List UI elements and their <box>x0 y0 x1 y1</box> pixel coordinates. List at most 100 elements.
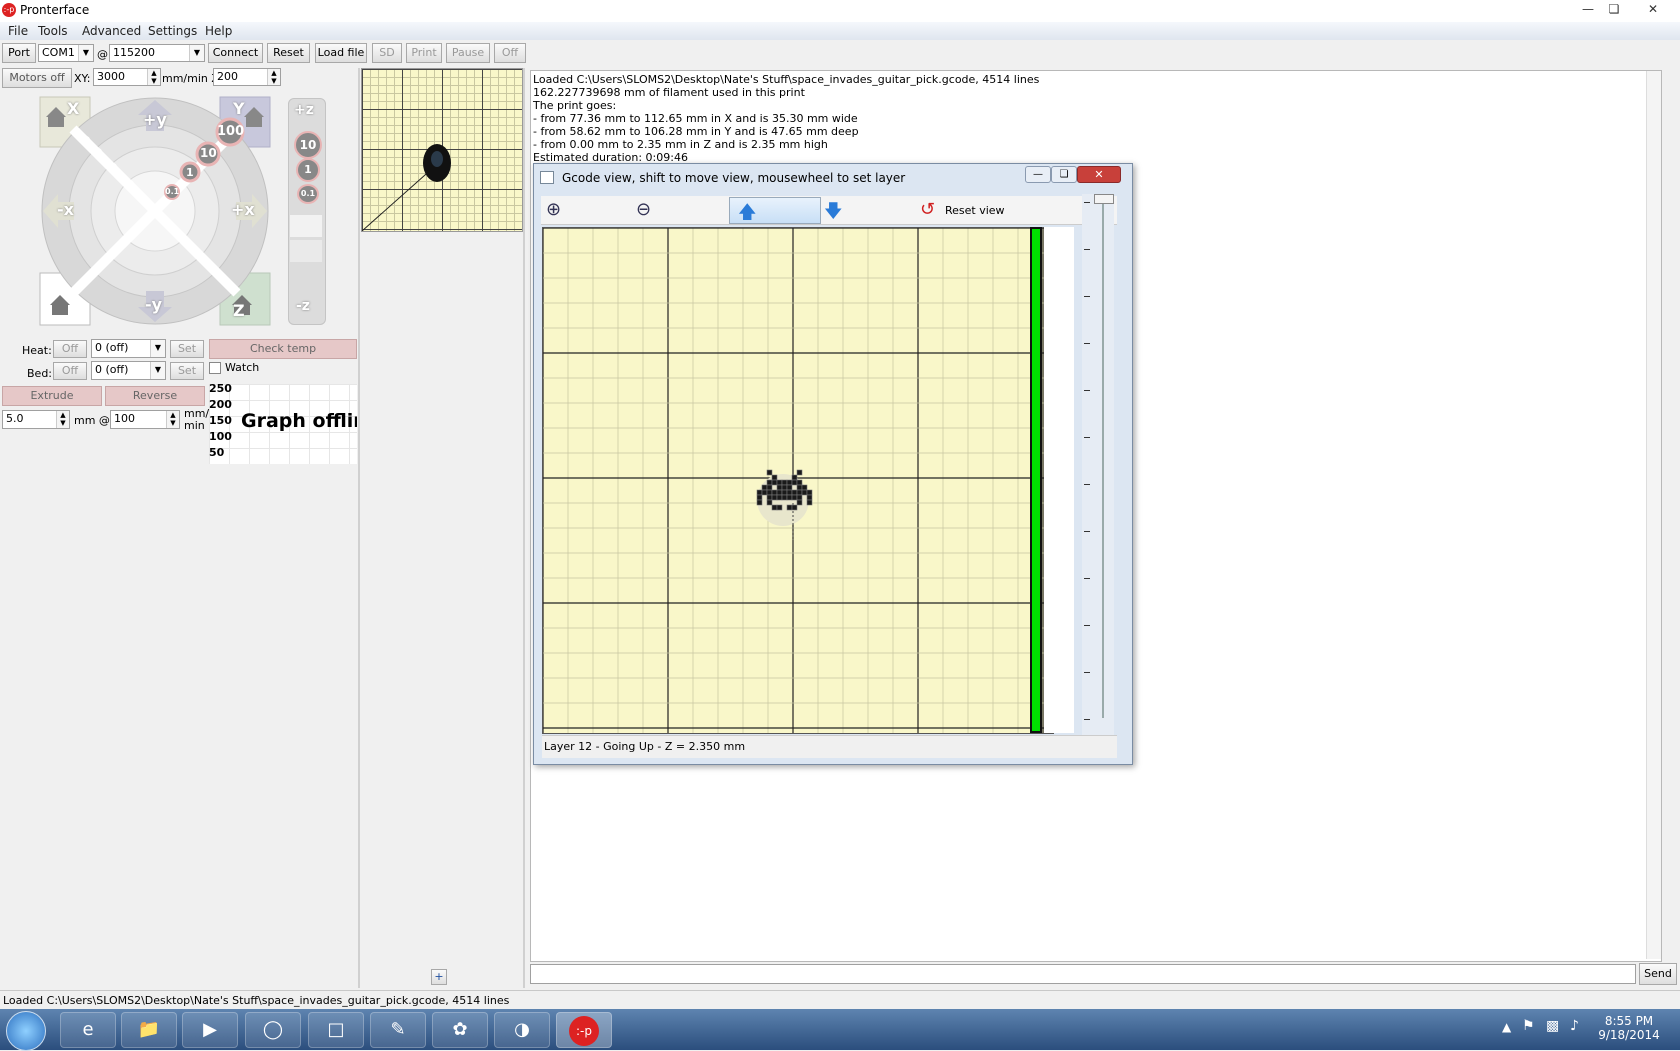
slider-tick <box>1084 343 1090 344</box>
home-y-button[interactable]: Y <box>233 99 245 118</box>
log-scrollbar[interactable] <box>1646 71 1661 959</box>
file-explorer-icon[interactable]: 📁 <box>121 1012 177 1048</box>
step-10-label[interactable]: 10 <box>200 146 217 160</box>
menu-bar: File Tools Advanced Settings Help <box>0 22 1680 40</box>
panel-splitter[interactable] <box>358 68 360 988</box>
graph-tick: 150 <box>209 414 232 427</box>
zoom-in-icon[interactable]: ⊕ <box>546 199 574 221</box>
mm-at-label: mm @ <box>74 414 110 427</box>
reverse-button[interactable]: Reverse <box>105 386 205 406</box>
status-text: Loaded C:\Users\SLOMS2\Desktop\Nate's St… <box>3 994 510 1007</box>
pronterface-taskbar-icon[interactable]: :-p <box>556 1012 612 1048</box>
home-z-button[interactable]: Z <box>233 301 245 320</box>
motors-off-button[interactable]: Motors off <box>2 68 72 88</box>
heat-select[interactable]: 0 (off) ▼ <box>91 339 166 358</box>
off-button[interactable]: Off <box>494 43 526 63</box>
slider-thumb[interactable] <box>1094 194 1114 204</box>
port-button[interactable]: Port <box>2 43 36 63</box>
close-button[interactable]: ✕ <box>1640 1 1666 17</box>
sticky-notes-icon[interactable]: □ <box>308 1012 364 1048</box>
heat-set-button[interactable]: Set <box>170 340 204 358</box>
home-x-button[interactable]: X <box>67 99 79 118</box>
zoom-out-icon[interactable]: ⊖ <box>636 199 664 221</box>
menu-advanced[interactable]: Advanced <box>82 24 141 38</box>
print-button[interactable]: Print <box>406 43 442 63</box>
notepad-icon[interactable]: ✎ <box>370 1012 426 1048</box>
step-1-label[interactable]: 1 <box>186 166 194 179</box>
jog-plus-x-button[interactable]: +x <box>231 200 255 219</box>
load-file-button[interactable]: Load file <box>315 43 367 63</box>
graph-tick: 200 <box>209 398 232 411</box>
action-center-icon[interactable]: ⚑ <box>1522 1018 1535 1034</box>
command-input[interactable] <box>530 964 1636 984</box>
show-hidden-icons-icon[interactable]: ▲ <box>1502 1020 1511 1034</box>
gcode-view-dialog: Gcode view, shift to move view, mousewhe… <box>533 163 1133 765</box>
dialog-minimize-button[interactable]: — <box>1025 166 1051 183</box>
bed-select[interactable]: 0 (off) ▼ <box>91 361 166 380</box>
menu-settings[interactable]: Settings <box>148 24 197 38</box>
z-feedrate-input[interactable]: 200 ▲ ▼ <box>213 68 281 86</box>
gcode-canvas[interactable] <box>542 227 1054 734</box>
temperature-graph: 250 200 150 100 50 0 Graph offline <box>209 384 357 464</box>
extrude-length-input[interactable]: 5.0 ▲ ▼ <box>2 410 70 429</box>
mini-gcode-preview[interactable] <box>361 68 523 232</box>
menu-tools[interactable]: Tools <box>38 24 68 38</box>
port-value: COM1 <box>42 46 75 59</box>
volume-icon[interactable]: ♪ <box>1570 1018 1579 1034</box>
jog-minus-y-button[interactable]: -y <box>145 295 162 314</box>
z-step-0-1-button[interactable]: 0.1 <box>297 184 319 204</box>
bed-off-button[interactable]: Off <box>53 362 87 380</box>
heat-off-button[interactable]: Off <box>53 340 87 358</box>
layer-up-button[interactable]: 🡅 <box>729 197 821 224</box>
menu-file[interactable]: File <box>8 24 28 38</box>
chevron-down-icon: ▼ <box>150 362 165 379</box>
chevron-down-icon: ▼ <box>189 45 204 61</box>
port-select[interactable]: COM1 ▼ <box>38 44 94 62</box>
sd-button[interactable]: SD <box>372 43 402 63</box>
watch-checkbox[interactable] <box>209 362 221 374</box>
paint-icon[interactable]: ◑ <box>494 1012 550 1048</box>
chrome-icon[interactable]: ◯ <box>245 1012 301 1048</box>
arrow-down-icon[interactable]: 🡇 <box>824 199 843 229</box>
dialog-maximize-button[interactable]: ❏ <box>1051 166 1077 183</box>
panel-splitter[interactable] <box>523 68 525 988</box>
step-0-1-label[interactable]: 0.1 <box>165 187 179 196</box>
step-100-label[interactable]: 100 <box>217 124 244 139</box>
reset-view-icon[interactable]: ↺ <box>920 199 935 220</box>
jog-plus-z-button[interactable]: +z <box>294 102 314 118</box>
layer-progress-fill <box>1032 229 1040 731</box>
jog-plus-y-button[interactable]: +y <box>143 110 167 129</box>
layer-slider[interactable] <box>1082 194 1114 744</box>
slic3r-icon[interactable]: ✿ <box>432 1012 488 1048</box>
z-step-1-button[interactable]: 1 <box>296 158 320 182</box>
extrude-button[interactable]: Extrude <box>2 386 102 406</box>
check-temp-button[interactable]: Check temp <box>209 339 357 359</box>
add-button[interactable]: + <box>431 969 447 985</box>
dialog-close-button[interactable]: ✕ <box>1077 166 1121 183</box>
minimize-button[interactable]: — <box>1575 1 1601 17</box>
media-player-icon[interactable]: ▶ <box>182 1012 238 1048</box>
extrude-speed-input[interactable]: 100 ▲ ▼ <box>110 410 180 429</box>
jog-minus-z-button[interactable]: -z <box>296 298 310 314</box>
start-orb-icon[interactable] <box>6 1011 46 1051</box>
menu-help[interactable]: Help <box>205 24 232 38</box>
connect-button[interactable]: Connect <box>208 43 263 63</box>
maximize-button[interactable]: ❏ <box>1601 1 1627 17</box>
pause-button[interactable]: Pause <box>446 43 490 63</box>
reset-view-button[interactable]: Reset view <box>945 204 1005 217</box>
xy-feedrate-input[interactable]: 3000 ▲ ▼ <box>93 68 161 86</box>
log-line: Loaded C:\Users\SLOMS2\Desktop\Nate's St… <box>533 73 1040 86</box>
home-all-icon[interactable] <box>45 302 61 318</box>
network-icon[interactable]: ▩ <box>1546 1018 1559 1034</box>
reset-button[interactable]: Reset <box>267 43 310 63</box>
jog-minus-x-button[interactable]: -x <box>57 200 74 219</box>
bed-set-button[interactable]: Set <box>170 362 204 380</box>
internet-explorer-icon[interactable]: e <box>60 1012 116 1048</box>
log-line: - from 77.36 mm to 112.65 mm in X and is… <box>533 112 858 125</box>
slider-tick <box>1084 484 1090 485</box>
z-step-10-button[interactable]: 10 <box>294 131 322 159</box>
clock[interactable]: 8:55 PM 9/18/2014 <box>1598 1014 1660 1042</box>
baud-select[interactable]: 115200 ▼ <box>109 44 205 62</box>
send-button[interactable]: Send <box>1639 963 1677 985</box>
mini-preview-toolpath <box>362 144 451 231</box>
